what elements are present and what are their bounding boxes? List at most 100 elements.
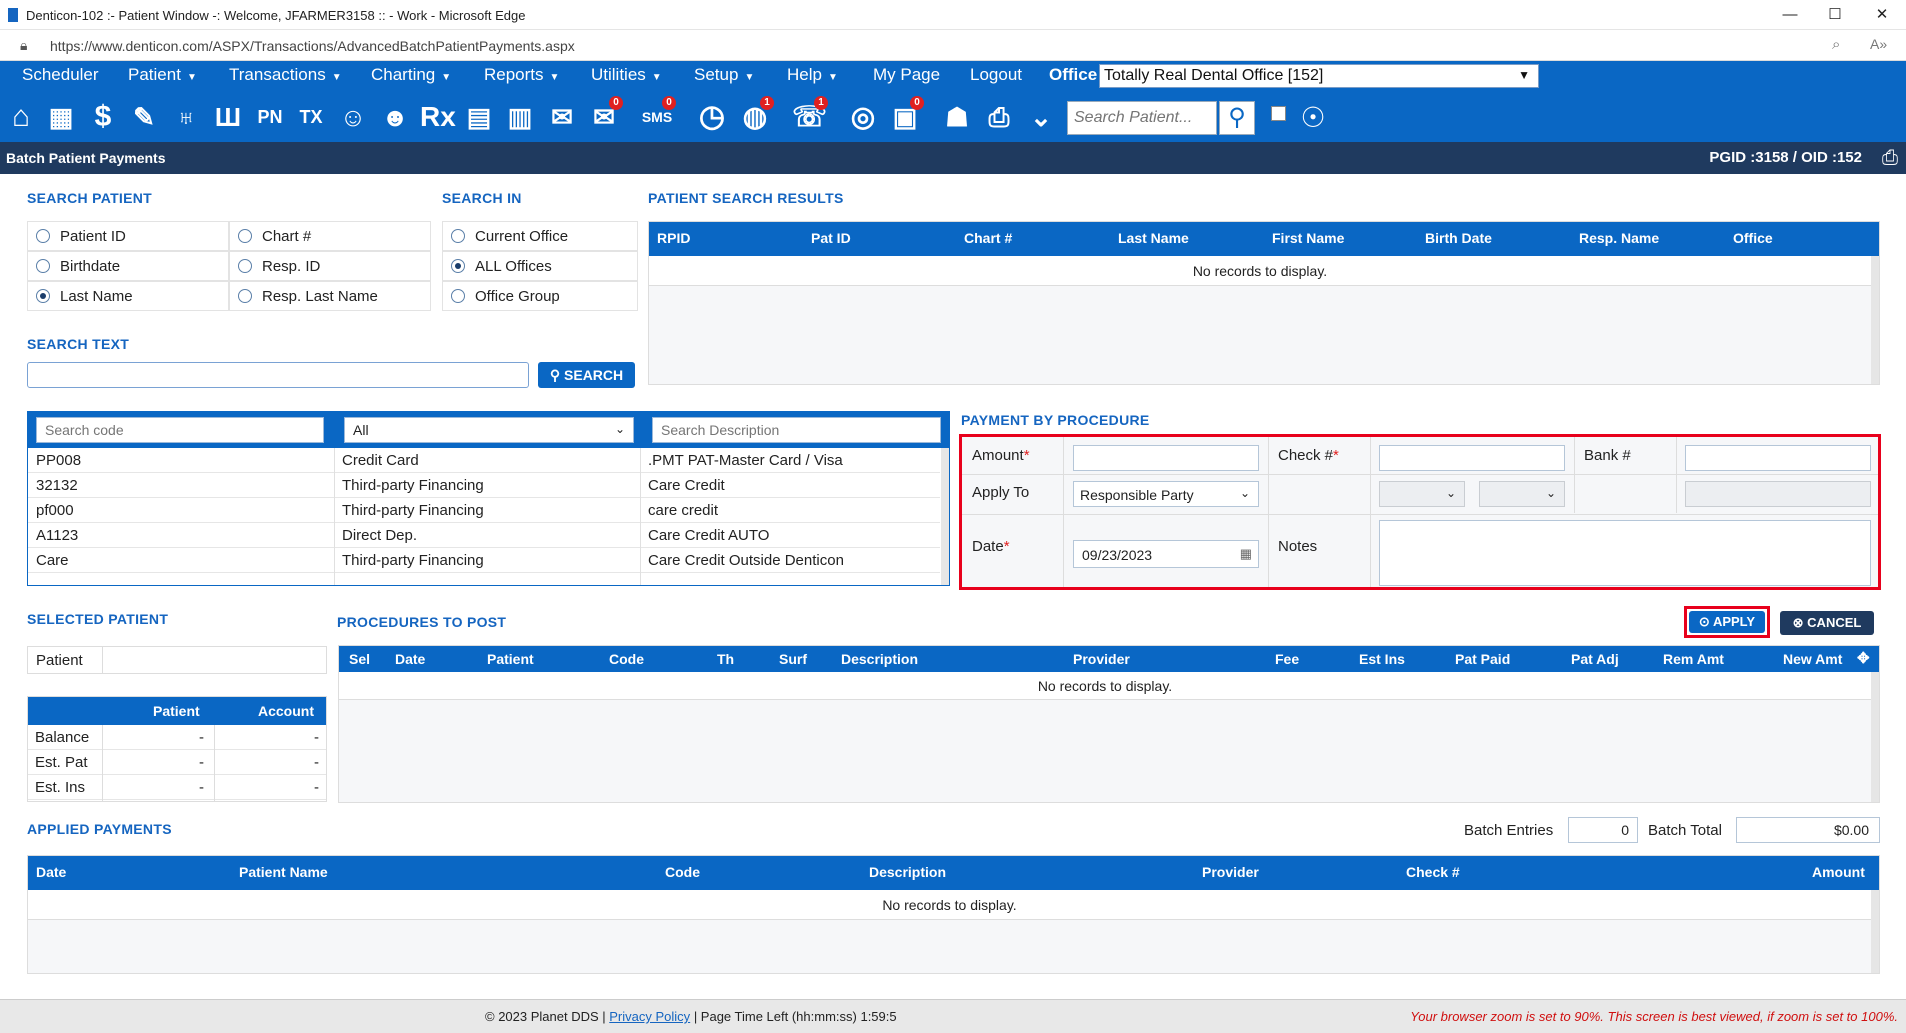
form-icon[interactable]: ▣ 0 xyxy=(888,96,924,136)
message-icon[interactable]: ✉ 0 xyxy=(587,96,623,136)
nav-logout[interactable]: Logout xyxy=(970,65,1022,85)
expand-icon[interactable]: ⌄ xyxy=(1024,98,1058,136)
add-patient-icon[interactable]: ☺ xyxy=(336,98,370,136)
option-birthdate[interactable]: Birthdate xyxy=(27,251,229,281)
col-pat-id[interactable]: Pat ID xyxy=(811,230,851,246)
col-description[interactable]: Description xyxy=(869,864,946,880)
nav-patient[interactable]: Patient ▼ xyxy=(128,65,197,85)
dollar-icon[interactable]: $ xyxy=(86,98,120,136)
col-office[interactable]: Office xyxy=(1733,230,1773,246)
home-icon[interactable]: ⌂ xyxy=(4,98,38,136)
nav-transactions[interactable]: Transactions ▼ xyxy=(229,65,342,85)
read-aloud-icon[interactable]: A» xyxy=(1870,36,1887,52)
nav-charting[interactable]: Charting ▼ xyxy=(371,65,451,85)
tooth-root-icon[interactable]: Ш xyxy=(211,98,245,136)
select-a[interactable]: ⌄ xyxy=(1379,481,1465,507)
family-icon[interactable]: ☗ xyxy=(940,98,974,136)
amount-input[interactable] xyxy=(1073,445,1259,471)
code-row[interactable]: 32132 Third-party Financing Care Credit xyxy=(28,473,940,498)
zoom-icon[interactable]: ⌕ xyxy=(1832,36,1840,53)
search-patient-icon[interactable]: ⚲ xyxy=(1219,101,1255,135)
print-doc-icon[interactable]: ▥ xyxy=(503,98,537,136)
col-pat-paid[interactable]: Pat Paid xyxy=(1455,651,1510,667)
col-date[interactable]: Date xyxy=(36,864,66,880)
tooth-icon[interactable]: ♅ xyxy=(169,98,203,136)
col-th[interactable]: Th xyxy=(717,651,734,667)
option-patient-id[interactable]: Patient ID xyxy=(27,221,229,251)
group-search-icon[interactable]: ☉ xyxy=(1293,98,1333,138)
code-row[interactable]: Care Third-party Financing Care Credit O… xyxy=(28,548,940,573)
col-amount[interactable]: Amount xyxy=(1812,864,1865,880)
email-icon[interactable]: ✉ xyxy=(545,98,579,136)
add-family-icon[interactable]: ☻ xyxy=(378,98,412,136)
tx-icon[interactable]: TX xyxy=(294,98,328,136)
option-chart-number[interactable]: Chart # xyxy=(229,221,431,251)
toolbar-checkbox[interactable] xyxy=(1271,106,1286,121)
nav-my-page[interactable]: My Page xyxy=(873,65,940,85)
col-date[interactable]: Date xyxy=(395,651,425,667)
expand-columns-icon[interactable]: ✥ xyxy=(1857,649,1870,667)
col-resp-name[interactable]: Resp. Name xyxy=(1579,230,1659,246)
print-page-icon[interactable]: ⎙ xyxy=(1882,147,1898,170)
option-resp-last-name[interactable]: Resp. Last Name xyxy=(229,281,431,311)
search-code-input[interactable] xyxy=(36,417,324,443)
col-rem-amt[interactable]: Rem Amt xyxy=(1663,651,1724,667)
date-input[interactable]: 09/23/2023 ▦ xyxy=(1073,540,1259,568)
code-row[interactable]: A1123 Direct Dep. Care Credit AUTO xyxy=(28,523,940,548)
nav-setup[interactable]: Setup ▼ xyxy=(694,65,754,85)
bank-number-input[interactable] xyxy=(1685,445,1871,471)
col-code[interactable]: Code xyxy=(665,864,700,880)
cancel-button[interactable]: ⊗ CANCEL xyxy=(1780,611,1874,635)
col-check-number[interactable]: Check # xyxy=(1406,864,1460,880)
code-type-select[interactable]: All ⌄ xyxy=(344,417,634,443)
option-all-offices[interactable]: ALL Offices xyxy=(442,251,638,281)
minimize-icon[interactable]: — xyxy=(1770,4,1810,26)
col-code[interactable]: Code xyxy=(609,651,644,667)
col-first-name[interactable]: First Name xyxy=(1272,230,1344,246)
office-select[interactable]: Totally Real Dental Office [152] ▼ xyxy=(1099,64,1539,88)
col-est-ins[interactable]: Est Ins xyxy=(1359,651,1405,667)
option-last-name[interactable]: Last Name xyxy=(27,281,229,311)
code-row[interactable]: pf000 Third-party Financing care credit xyxy=(28,498,940,523)
search-patient-input[interactable] xyxy=(1067,101,1217,135)
col-patient[interactable]: Patient xyxy=(487,651,534,667)
col-provider[interactable]: Provider xyxy=(1073,651,1130,667)
address-bar[interactable]: 🔒︎ https://www.denticon.com/ASPX/Transac… xyxy=(0,30,1906,61)
check-number-input[interactable] xyxy=(1379,445,1565,471)
nav-help[interactable]: Help ▼ xyxy=(787,65,838,85)
edit-icon[interactable]: ✎ xyxy=(127,98,161,136)
results-scrollbar[interactable] xyxy=(1871,256,1879,384)
apply-to-select[interactable]: Responsible Party ⌄ xyxy=(1073,481,1259,507)
search-description-input[interactable] xyxy=(652,417,941,443)
close-icon[interactable]: ✕ xyxy=(1862,4,1902,26)
option-office-group[interactable]: Office Group xyxy=(442,281,638,311)
col-surf[interactable]: Surf xyxy=(779,651,807,667)
notes-icon[interactable]: ▤ xyxy=(462,98,496,136)
col-sel[interactable]: Sel xyxy=(349,651,370,667)
col-pat-adj[interactable]: Pat Adj xyxy=(1571,651,1619,667)
procedures-scrollbar[interactable] xyxy=(1871,672,1879,802)
col-last-name[interactable]: Last Name xyxy=(1118,230,1189,246)
nav-scheduler[interactable]: Scheduler xyxy=(22,65,99,85)
nav-reports[interactable]: Reports ▼ xyxy=(484,65,559,85)
globe-alert-icon[interactable]: ◍ 1 xyxy=(738,96,774,136)
col-chart-number[interactable]: Chart # xyxy=(964,230,1012,246)
col-patient-name[interactable]: Patient Name xyxy=(239,864,328,880)
code-list-scrollbar[interactable] xyxy=(941,448,949,585)
network-icon[interactable]: ◎ xyxy=(846,98,880,136)
privacy-policy-link[interactable]: Privacy Policy xyxy=(609,1009,690,1024)
clock-icon[interactable]: ◷ xyxy=(695,98,729,136)
calendar-icon[interactable]: ▦ xyxy=(1240,546,1252,562)
maximize-icon[interactable]: ☐ xyxy=(1815,4,1855,26)
search-text-input[interactable] xyxy=(27,362,529,388)
select-b[interactable]: ⌄ xyxy=(1479,481,1565,507)
option-resp-id[interactable]: Resp. ID xyxy=(229,251,431,281)
notes-textarea[interactable] xyxy=(1379,520,1871,586)
col-rpid[interactable]: RPID xyxy=(657,230,690,246)
col-birth-date[interactable]: Birth Date xyxy=(1425,230,1492,246)
applied-scrollbar[interactable] xyxy=(1871,890,1879,973)
col-new-amt[interactable]: New Amt xyxy=(1783,651,1842,667)
col-fee[interactable]: Fee xyxy=(1275,651,1299,667)
apply-button[interactable]: ⊙ APPLY xyxy=(1689,611,1765,633)
support-icon[interactable]: ☏ 1 xyxy=(792,96,828,136)
